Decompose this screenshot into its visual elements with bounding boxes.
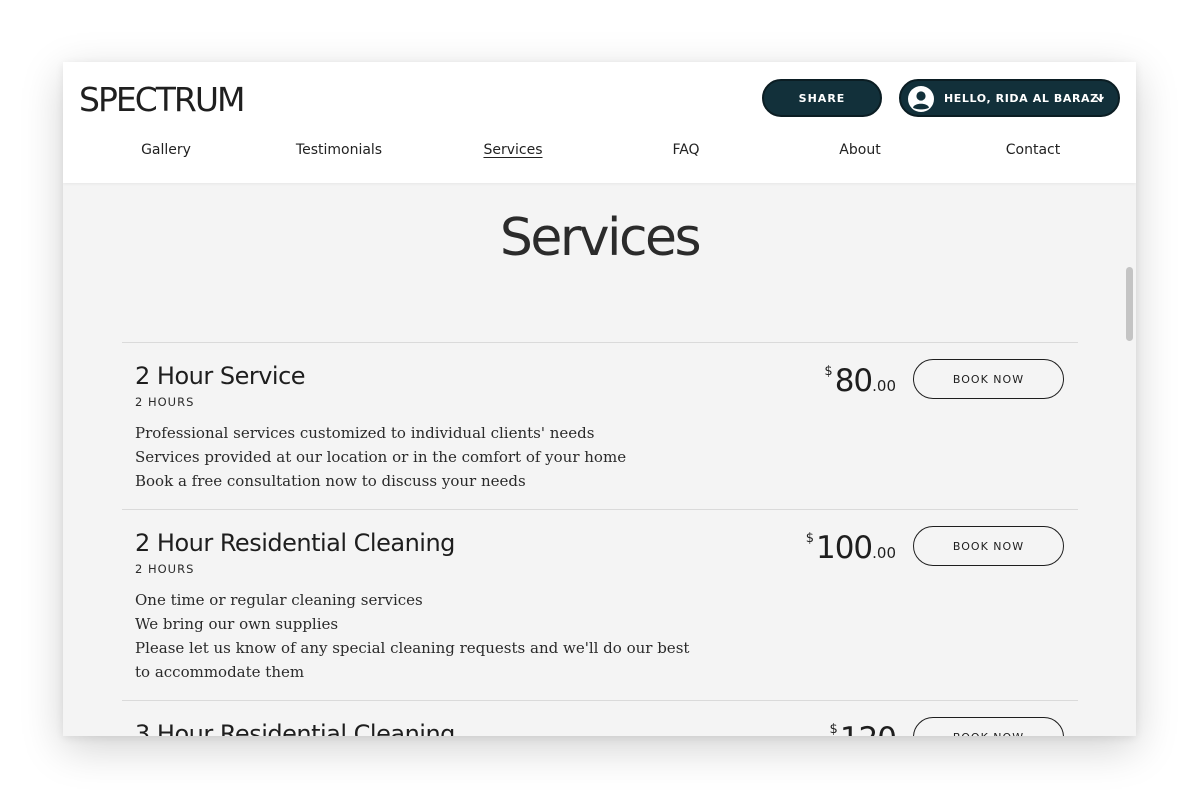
price-cents: .00 bbox=[872, 377, 896, 395]
service-price: $80.00 bbox=[824, 363, 896, 399]
service-price: $100.00 bbox=[806, 530, 896, 566]
scrollbar-thumb[interactable] bbox=[1126, 267, 1133, 341]
price-whole: 80 bbox=[834, 363, 873, 399]
book-now-button[interactable]: BOOK NOW bbox=[913, 526, 1064, 566]
service-item: 2 Hour Residential Cleaning 2 HOURS One … bbox=[122, 509, 1078, 700]
description-line: One time or regular cleaning services bbox=[135, 591, 423, 609]
main-nav: Gallery Testimonials Services FAQ About … bbox=[79, 142, 1119, 166]
nav-item-about[interactable]: About bbox=[773, 142, 947, 158]
chevron-down-icon bbox=[1096, 96, 1104, 102]
nav-item-testimonials[interactable]: Testimonials bbox=[252, 142, 426, 158]
service-item: 3 Hour Residential Cleaning $120 BOOK NO… bbox=[122, 700, 1078, 736]
price-cents: .00 bbox=[872, 544, 896, 562]
share-button[interactable]: SHARE bbox=[762, 79, 882, 117]
user-circle-icon bbox=[908, 86, 934, 112]
price-currency: $ bbox=[824, 364, 833, 379]
description-line: Book a free consultation now to discuss … bbox=[135, 472, 526, 490]
description-line: Services provided at our location or in … bbox=[135, 448, 627, 466]
nav-item-contact[interactable]: Contact bbox=[946, 142, 1120, 158]
site-logo[interactable]: SPECTRUM bbox=[79, 80, 245, 119]
nav-item-gallery[interactable]: Gallery bbox=[79, 142, 253, 158]
site-header: SPECTRUM SHARE HELLO, RIDA AL BARAZI Gal… bbox=[63, 62, 1136, 183]
price-currency: $ bbox=[805, 531, 814, 546]
page-title: Services bbox=[499, 208, 702, 268]
service-description: One time or regular cleaning services We… bbox=[135, 588, 695, 684]
nav-item-faq[interactable]: FAQ bbox=[599, 142, 773, 158]
price-whole: 120 bbox=[840, 721, 897, 736]
user-greeting: HELLO, RIDA AL BARAZI bbox=[944, 92, 1104, 105]
price-whole: 100 bbox=[815, 530, 873, 566]
service-item: 2 Hour Service 2 HOURS Professional serv… bbox=[122, 342, 1078, 509]
book-now-button[interactable]: BOOK NOW bbox=[913, 359, 1064, 399]
service-description: Professional services customized to indi… bbox=[135, 421, 695, 493]
description-line: We bring our own supplies bbox=[135, 615, 339, 633]
service-price: $120 bbox=[829, 721, 897, 736]
description-line: Please let us know of any special cleani… bbox=[135, 639, 690, 681]
services-list: 2 Hour Service 2 HOURS Professional serv… bbox=[122, 342, 1078, 736]
price-currency: $ bbox=[829, 722, 838, 736]
browser-window: SPECTRUM SHARE HELLO, RIDA AL BARAZI Gal… bbox=[63, 62, 1136, 736]
book-now-button[interactable]: BOOK NOW bbox=[913, 717, 1064, 736]
nav-item-services[interactable]: Services bbox=[426, 142, 600, 158]
user-menu-button[interactable]: HELLO, RIDA AL BARAZI bbox=[899, 79, 1120, 117]
description-line: Professional services customized to indi… bbox=[135, 424, 595, 442]
